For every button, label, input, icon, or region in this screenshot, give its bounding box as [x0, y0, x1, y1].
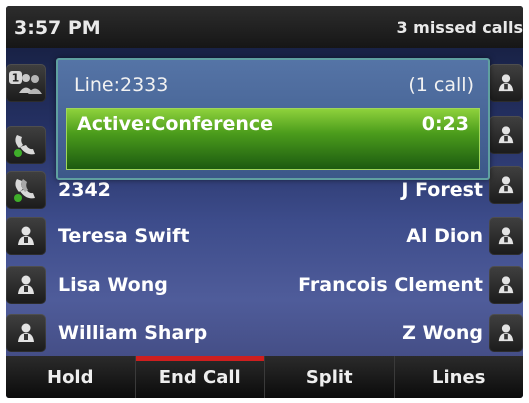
right-key-zwong[interactable]	[489, 314, 523, 352]
contact-name-right[interactable]: Al Dion	[406, 225, 483, 247]
right-key-1[interactable]	[489, 64, 523, 102]
contact-name-left[interactable]: Teresa Swift	[58, 225, 189, 247]
contact-icon	[498, 227, 514, 245]
svg-text:1: 1	[12, 72, 20, 85]
contact-row: Lisa Wong Francois Clement	[58, 266, 483, 304]
active-call-bar[interactable]: Active:Conference 0:23	[66, 108, 480, 170]
right-key-dion[interactable]	[489, 217, 523, 255]
line-key-contact-lisa[interactable]	[6, 266, 46, 304]
contact-row: William Sharp Z Wong	[58, 314, 483, 352]
line-key-call[interactable]	[6, 126, 46, 164]
line-key-active-call[interactable]	[6, 171, 46, 209]
softkey-bar: Hold End Call Split Lines	[6, 356, 523, 398]
line-key-contact-william[interactable]	[6, 314, 46, 352]
right-key-2[interactable]	[489, 116, 523, 154]
contact-name-right[interactable]: Z Wong	[402, 322, 483, 344]
contact-icon	[498, 324, 514, 342]
call-state-label: Active:Conference	[77, 113, 274, 135]
contact-icon	[498, 74, 514, 92]
right-key-clement[interactable]	[489, 266, 523, 304]
missed-calls-indicator[interactable]: 3 missed calls	[396, 18, 523, 37]
contact-icon	[498, 176, 514, 194]
conference-line-icon: 1	[9, 71, 42, 94]
contact-icon	[18, 275, 34, 294]
contact-icon	[498, 126, 514, 144]
clock-time: 3:57 PM	[14, 17, 101, 39]
line-key-contact-teresa[interactable]	[6, 217, 46, 255]
status-bar: 3:57 PM 3 missed calls	[6, 6, 523, 48]
phone-handset-active-icon	[14, 179, 35, 202]
contact-icon	[18, 226, 34, 245]
right-key-forest[interactable]	[489, 166, 523, 204]
contact-row: Teresa Swift Al Dion	[58, 217, 483, 255]
contact-name-right[interactable]: Francois Clement	[298, 274, 483, 296]
phone-handset-icon	[14, 135, 35, 157]
phone-screen: 3:57 PM 3 missed calls 1 2342 J Forest T…	[6, 6, 523, 398]
contact-name-left[interactable]: Lisa Wong	[58, 274, 168, 296]
lines-softkey[interactable]: Lines	[393, 356, 524, 398]
hold-softkey[interactable]: Hold	[6, 356, 135, 398]
call-timer: 0:23	[421, 113, 469, 135]
contact-name-left[interactable]: William Sharp	[58, 322, 207, 344]
line-label: Line:2333	[74, 74, 169, 96]
active-call-panel[interactable]: Line:2333 (1 call) Active:Conference 0:2…	[56, 58, 490, 180]
contact-name-left[interactable]: 2342	[58, 179, 111, 201]
line-key-conference[interactable]: 1	[6, 64, 46, 102]
contact-name-right[interactable]: J Forest	[401, 179, 483, 201]
end-call-softkey[interactable]: End Call	[134, 356, 265, 398]
call-count: (1 call)	[408, 74, 474, 96]
contact-icon	[498, 276, 514, 294]
split-softkey[interactable]: Split	[264, 356, 394, 398]
contact-icon	[18, 323, 34, 342]
